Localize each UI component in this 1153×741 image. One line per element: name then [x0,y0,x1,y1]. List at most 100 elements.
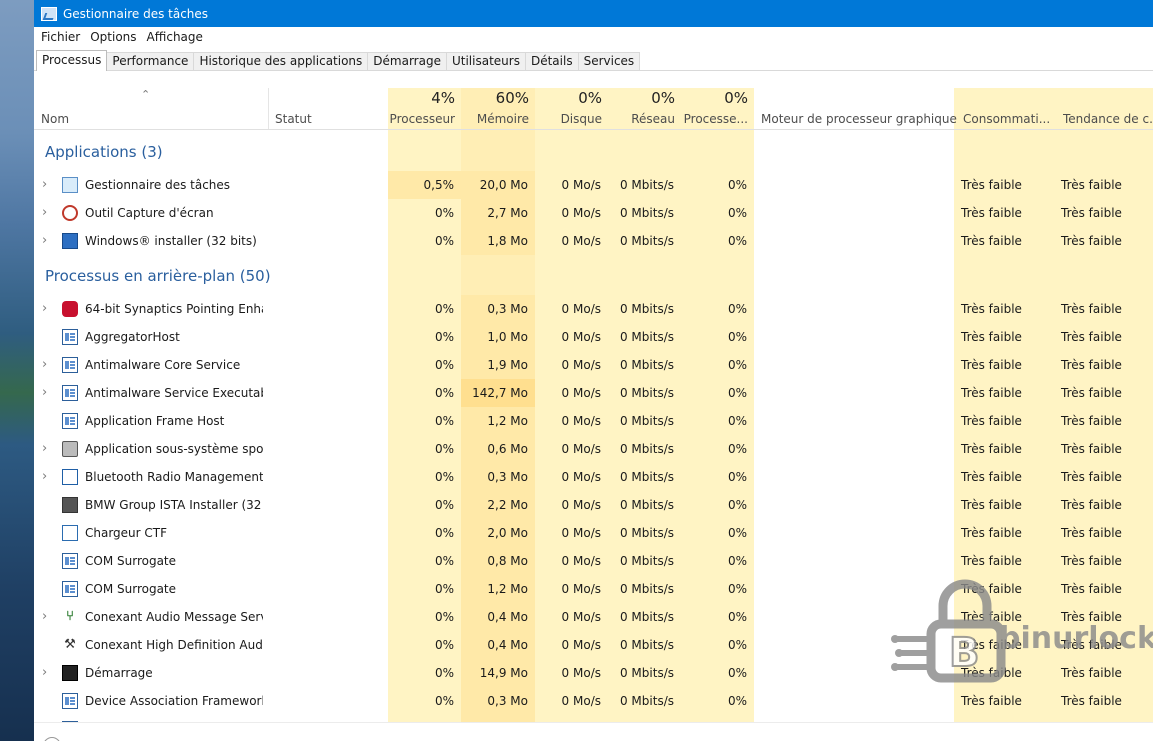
process-name: COM Surrogate [85,582,177,596]
memory-value: 142,7 Mo [461,379,535,407]
cpu-value: 0% [434,526,454,540]
column-header-cpu[interactable]: 4% Processeur [388,88,461,130]
power-trend-value: Très faible [1061,526,1122,540]
column-header-power-trend[interactable]: Tendance de c... [1054,88,1153,130]
cpu-value: 0% [434,206,454,220]
process-row[interactable]: Device Association Framework ... 0% 0,3 Mo… [34,687,1153,715]
memory-value: 0,8 Mo [461,547,535,575]
tab-demarrage[interactable]: Démarrage [367,52,447,70]
gpu-value: 0% [727,666,747,680]
process-row[interactable]: AggregatorHost 0% 1,0 Mo 0 Mo/s 0 Mbits/s 0% T… [34,323,1153,351]
expand-chevron-icon[interactable]: › [42,171,47,199]
column-header-memory[interactable]: 60% Mémoire [461,88,535,130]
menu-fichier[interactable]: Fichier [36,30,85,44]
cpu-value: 0% [434,498,454,512]
memory-value: 14,9 Mo [461,659,535,687]
network-value: 0 Mbits/s [619,234,674,248]
task-manager-icon [41,6,57,21]
cpu-value: 0% [434,470,454,484]
column-header-disk[interactable]: 0% Disque [535,88,608,130]
group-header[interactable]: Applications (3) [34,131,1153,171]
network-value: 0 Mbits/s [619,582,674,596]
process-row[interactable]: ⚒ Conexant High Definition Audi... 0% 0,4 M… [34,631,1153,659]
process-row[interactable]: › Antimalware Service Executable 0% 142,7 M… [34,379,1153,407]
gpu-value: 0% [727,234,747,248]
power-value: Très faible [961,234,1022,248]
disk-value: 0 Mo/s [561,638,601,652]
column-header-power[interactable]: Consommati... [954,88,1054,130]
expand-chevron-icon[interactable]: › [42,351,47,379]
expand-chevron-icon[interactable]: › [42,379,47,407]
column-header-gpu[interactable]: 0% Processe... [681,88,754,130]
expand-chevron-icon[interactable]: › [42,227,47,255]
tab-processus[interactable]: Processus [36,50,108,71]
process-row[interactable]: › Application sous-système spoul... 0% 0,6 … [34,435,1153,463]
tab-performance[interactable]: Performance [106,52,195,70]
expand-chevron-icon[interactable]: › [42,659,47,687]
process-name: Application sous-système spoul... [85,442,263,456]
process-row[interactable]: Application Frame Host 0% 1,2 Mo 0 Mo/s 0 Mb… [34,407,1153,435]
tab-historique[interactable]: Historique des applications [193,52,369,70]
process-row[interactable]: COM Surrogate 0% 1,2 Mo 0 Mo/s 0 Mbits/s 0% Tr… [34,575,1153,603]
process-row[interactable]: › Bluetooth Radio Management S... 0% 0,3 Mo… [34,463,1153,491]
column-header-name[interactable]: ⌃ Nom [34,88,268,130]
menu-options[interactable]: Options [85,30,141,44]
process-row[interactable]: Chargeur CTF 0% 2,0 Mo 0 Mo/s 0 Mbits/s 0% Trè… [34,519,1153,547]
task-manager-icon [62,177,78,193]
column-header-status[interactable]: Statut [268,88,388,130]
process-row[interactable]: › ⑂ Conexant Audio Message Service 0% 0,4 Mo… [34,603,1153,631]
tab-services[interactable]: Services [577,52,641,70]
gpu-value: 0% [727,358,747,372]
network-value: 0 Mbits/s [619,638,674,652]
expand-chevron-icon[interactable]: › [42,435,47,463]
process-row[interactable]: COM Surrogate 0% 0,8 Mo 0 Mo/s 0 Mbits/s 0% Tr… [34,547,1153,575]
expand-chevron-icon[interactable]: › [42,199,47,227]
process-name: Antimalware Service Executable [85,386,263,400]
column-header-network[interactable]: 0% Réseau [608,88,681,130]
power-value: Très faible [961,526,1022,540]
tab-utilisateurs[interactable]: Utilisateurs [445,52,526,70]
expand-chevron-icon[interactable]: › [42,463,47,491]
cpu-value: 0% [434,234,454,248]
process-row[interactable]: › 64-bit Synaptics Pointing Enhan... 0% 0,3… [34,295,1153,323]
menu-affichage[interactable]: Affichage [142,30,208,44]
process-name: Application Frame Host [85,414,225,428]
power-value: Très faible [961,414,1022,428]
memory-value: 0,4 Mo [461,603,535,631]
process-row[interactable]: › Antimalware Core Service 0% 1,9 Mo 0 Mo/s 0… [34,351,1153,379]
process-row[interactable]: BMW Group ISTA Installer (32 bi... 0% 2,2 … [34,491,1153,519]
network-usage-percent: 0% [651,89,675,107]
power-trend-value: Très faible [1061,638,1122,652]
process-row[interactable]: › Démarrage 0% 14,9 Mo 0 Mo/s 0 Mbits/s 0% Très… [34,659,1153,687]
tab-details[interactable]: Détails [524,52,579,70]
network-value: 0 Mbits/s [619,414,674,428]
gpu-value: 0% [727,414,747,428]
process-name: BMW Group ISTA Installer (32 bi... [85,498,263,512]
disk-value: 0 Mo/s [561,666,601,680]
column-header-power-label: Consommati... [963,112,1051,126]
memory-value: 2,0 Mo [461,519,535,547]
process-row[interactable]: › Windows® installer (32 bits) 0% 1,8 Mo 0 M… [34,227,1153,255]
expand-chevron-icon[interactable]: › [42,295,47,323]
fewer-details-icon[interactable] [43,737,61,741]
power-value: Très faible [961,442,1022,456]
process-name: Outil Capture d'écran [85,206,214,220]
network-value: 0 Mbits/s [619,526,674,540]
window-app-icon [62,693,78,709]
expand-chevron-icon[interactable]: › [42,603,47,631]
power-trend-value: Très faible [1061,386,1122,400]
column-header-gpu-engine[interactable]: Moteur de processeur graphique [754,88,957,130]
bluetooth-window-icon [62,469,78,485]
cpu-value: 0% [434,358,454,372]
memory-value: 0,3 Mo [461,463,535,491]
process-row[interactable]: › Gestionnaire des tâches 0,5% 20,0 Mo 0 Mo/… [34,171,1153,199]
process-row[interactable]: › Outil Capture d'écran 0% 2,7 Mo 0 Mo/s 0 Mb… [34,199,1153,227]
power-trend-value: Très faible [1061,666,1122,680]
gpu-usage-percent: 0% [724,89,748,107]
title-bar[interactable]: Gestionnaire des tâches [34,0,1153,27]
group-header[interactable]: Processus en arrière-plan (50) [34,255,1153,295]
memory-value: 0,4 Mo [461,631,535,659]
window-app-icon [62,357,78,373]
gpu-value: 0% [727,330,747,344]
disk-value: 0 Mo/s [561,358,601,372]
